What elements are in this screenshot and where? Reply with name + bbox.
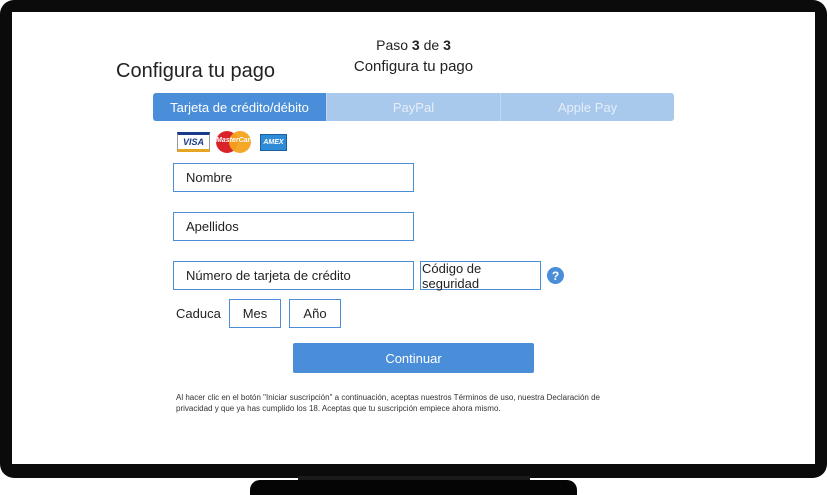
last-name-field[interactable]: Apellidos: [173, 212, 414, 241]
page-title: Configura tu pago: [116, 60, 276, 82]
step-total: 3: [443, 37, 451, 53]
tv-stand: [250, 480, 577, 495]
security-code-field[interactable]: Código de seguridad: [420, 261, 541, 291]
step-of: de: [423, 37, 440, 53]
tab-credit-debit-card[interactable]: Tarjeta de crédito/débito: [153, 93, 326, 121]
visa-logo: VISA: [177, 132, 210, 152]
expiry-month-select[interactable]: Mes: [229, 299, 281, 328]
accepted-cards: VISA MasterCard AMEX: [177, 131, 287, 153]
first-name-field[interactable]: Nombre: [173, 163, 414, 192]
mastercard-logo-text: MasterCard: [216, 137, 255, 144]
step-current: 3: [411, 37, 420, 53]
card-number-field[interactable]: Número de tarjeta de crédito: [173, 261, 414, 290]
tab-apple-pay[interactable]: Apple Pay: [500, 93, 674, 121]
payment-method-tabs: Tarjeta de crédito/débito PayPal Apple P…: [153, 93, 674, 121]
tv-screen: Paso 3 de 3 Configura tu pago Configura …: [12, 12, 815, 464]
help-icon[interactable]: ?: [547, 267, 564, 284]
expiry-label: Caduca: [176, 306, 221, 321]
continue-button[interactable]: Continuar: [293, 343, 534, 373]
tab-paypal[interactable]: PayPal: [326, 93, 500, 121]
amex-logo: AMEX: [260, 133, 287, 151]
expiry-year-select[interactable]: Año: [289, 299, 341, 328]
tv-bezel: Paso 3 de 3 Configura tu pago Configura …: [0, 0, 827, 478]
step-prefix: Paso: [376, 37, 409, 53]
legal-disclaimer: Al hacer clic en el botón "Iniciar suscr…: [176, 393, 600, 413]
mastercard-logo: MasterCard: [216, 131, 255, 153]
step-indicator: Paso 3 de 3: [12, 37, 815, 53]
